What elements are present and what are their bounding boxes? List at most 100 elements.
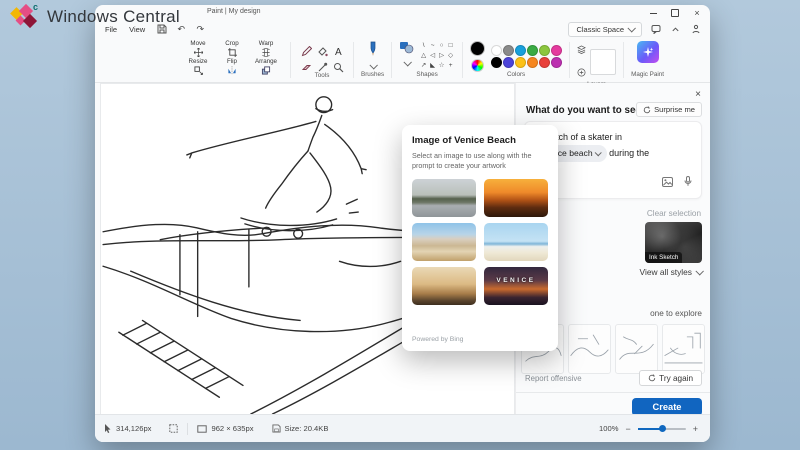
sketch-result-4[interactable]: [662, 324, 705, 374]
surprise-me-button[interactable]: Surprise me: [636, 102, 702, 117]
close-panel-icon[interactable]: ×: [695, 89, 701, 100]
popup-description: Select an image to use along with the pr…: [412, 151, 548, 172]
shape-option[interactable]: ☆: [439, 63, 445, 70]
color-swatch[interactable]: [515, 45, 526, 56]
sketch-result-3[interactable]: [615, 324, 658, 374]
resize-button[interactable]: Resize: [181, 59, 215, 77]
layer-thumbnail[interactable]: [590, 49, 616, 75]
shape-option[interactable]: ○: [440, 43, 444, 50]
pencil-icon[interactable]: [301, 44, 312, 55]
view-menu[interactable]: View: [123, 23, 151, 36]
zoom-slider[interactable]: [638, 428, 686, 430]
save-icon[interactable]: [154, 23, 170, 36]
clear-selection-link[interactable]: Clear selection: [647, 209, 701, 218]
view-all-styles-link[interactable]: View all styles: [640, 267, 702, 277]
color-swatch[interactable]: [503, 57, 514, 68]
maximize-button[interactable]: [668, 7, 682, 19]
microphone-icon[interactable]: [684, 174, 692, 192]
undo-icon[interactable]: ↶: [173, 23, 189, 36]
style-preset-dropdown[interactable]: Classic Space: [568, 22, 642, 37]
chevron-down-icon[interactable]: [369, 61, 377, 69]
color-swatch[interactable]: [539, 45, 550, 56]
ribbon-toolbar: Move Crop Warp Resize Flip Arrange: [95, 38, 710, 83]
share-icon[interactable]: [689, 23, 702, 36]
crop-button[interactable]: Crop: [215, 41, 249, 59]
shape-option[interactable]: \: [423, 43, 425, 50]
eraser-icon[interactable]: [301, 60, 312, 71]
venice-image-lifeguard-tower[interactable]: [484, 223, 548, 261]
redo-icon[interactable]: ↷: [192, 23, 208, 36]
venice-image-venice-sign-at-dusk[interactable]: VENICE: [484, 267, 548, 305]
panel-title: What do you want to see?: [526, 105, 647, 116]
status-bar: 314,126px 962 × 635px Size: 20.4KB 100% …: [95, 414, 710, 442]
add-layer-icon[interactable]: [577, 64, 586, 82]
color-swatch[interactable]: [491, 45, 502, 56]
venice-image-palm-lined-beach-path[interactable]: [412, 179, 476, 217]
flip-button[interactable]: Flip: [215, 59, 249, 77]
close-button[interactable]: ×: [690, 7, 704, 19]
sketch-result-2[interactable]: [568, 324, 611, 374]
shape-option[interactable]: ↗: [421, 63, 426, 70]
color-swatch[interactable]: [503, 45, 514, 56]
shape-option[interactable]: ◣: [430, 63, 435, 70]
shapes-section: \~○□△◁▷◇↗◣☆+ Shapes: [393, 39, 461, 81]
current-color-swatch[interactable]: [470, 41, 485, 56]
color-swatch[interactable]: [551, 45, 562, 56]
popup-title: Image of Venice Beach: [412, 135, 548, 146]
venice-beach-popup: Image of Venice Beach Select an image to…: [402, 125, 558, 351]
shape-option[interactable]: △: [421, 53, 426, 60]
text-tool-icon[interactable]: A: [333, 44, 344, 55]
title-bar[interactable]: Paint | My design ×: [95, 5, 710, 21]
color-swatch[interactable]: [539, 57, 550, 68]
shape-option[interactable]: ▷: [439, 53, 444, 60]
style-card-ink-sketch[interactable]: Ink Sketch: [645, 222, 702, 263]
feedback-icon[interactable]: [649, 23, 662, 36]
shape-option[interactable]: □: [449, 43, 453, 50]
zoom-slider-handle[interactable]: [659, 425, 666, 432]
file-menu[interactable]: File: [99, 23, 123, 36]
color-swatch[interactable]: [527, 45, 538, 56]
popup-image-grid: VENICE: [412, 179, 548, 305]
shape-option[interactable]: ◇: [448, 53, 453, 60]
minimize-button[interactable]: [646, 7, 660, 19]
fill-icon[interactable]: [317, 44, 328, 55]
venice-image-venice-boardwalk[interactable]: [412, 223, 476, 261]
venice-image-palm-trees[interactable]: [412, 267, 476, 305]
venice-sign-text: VENICE: [496, 277, 535, 284]
shapes-icon[interactable]: [399, 41, 414, 59]
shape-option[interactable]: ◁: [430, 53, 435, 60]
magic-paint-button[interactable]: [637, 41, 659, 63]
divider: [516, 392, 710, 393]
add-image-icon[interactable]: [662, 174, 673, 192]
shape-option[interactable]: +: [449, 63, 453, 70]
selection-icon: [169, 424, 178, 433]
color-swatch[interactable]: [491, 57, 502, 68]
try-again-button[interactable]: Try again: [639, 370, 702, 386]
shape-option[interactable]: ~: [431, 43, 435, 50]
color-swatch[interactable]: [527, 57, 538, 68]
color-picker-icon[interactable]: [317, 60, 328, 71]
collapse-ribbon-icon[interactable]: [669, 23, 682, 36]
chevron-down-icon: [594, 150, 601, 157]
divider: [462, 42, 463, 78]
magnifier-icon[interactable]: [333, 60, 344, 71]
venice-image-skatepark-at-sunset[interactable]: [484, 179, 548, 217]
zoom-out-button[interactable]: −: [625, 424, 630, 434]
color-swatch[interactable]: [515, 57, 526, 68]
colors-section: Colors: [464, 39, 568, 81]
brushes-label: Brushes: [361, 72, 384, 79]
layers-icon[interactable]: [577, 41, 586, 59]
svg-text:A: A: [335, 47, 342, 57]
chevron-down-icon[interactable]: [403, 58, 411, 66]
zoom-in-button[interactable]: +: [693, 424, 698, 434]
move-button[interactable]: Move: [181, 41, 215, 59]
report-offensive-link[interactable]: Report offensive: [525, 374, 582, 383]
desktop: Paint | My design × File View ↶ ↷ Classi…: [0, 0, 800, 450]
arrange-button[interactable]: Arrange: [249, 59, 283, 77]
brush-icon[interactable]: [367, 41, 379, 62]
color-wheel-icon[interactable]: [471, 59, 484, 72]
color-swatch[interactable]: [551, 57, 562, 68]
brushes-section: Brushes: [355, 39, 390, 81]
chevron-down-icon: [695, 267, 703, 275]
warp-button[interactable]: Warp: [249, 41, 283, 59]
